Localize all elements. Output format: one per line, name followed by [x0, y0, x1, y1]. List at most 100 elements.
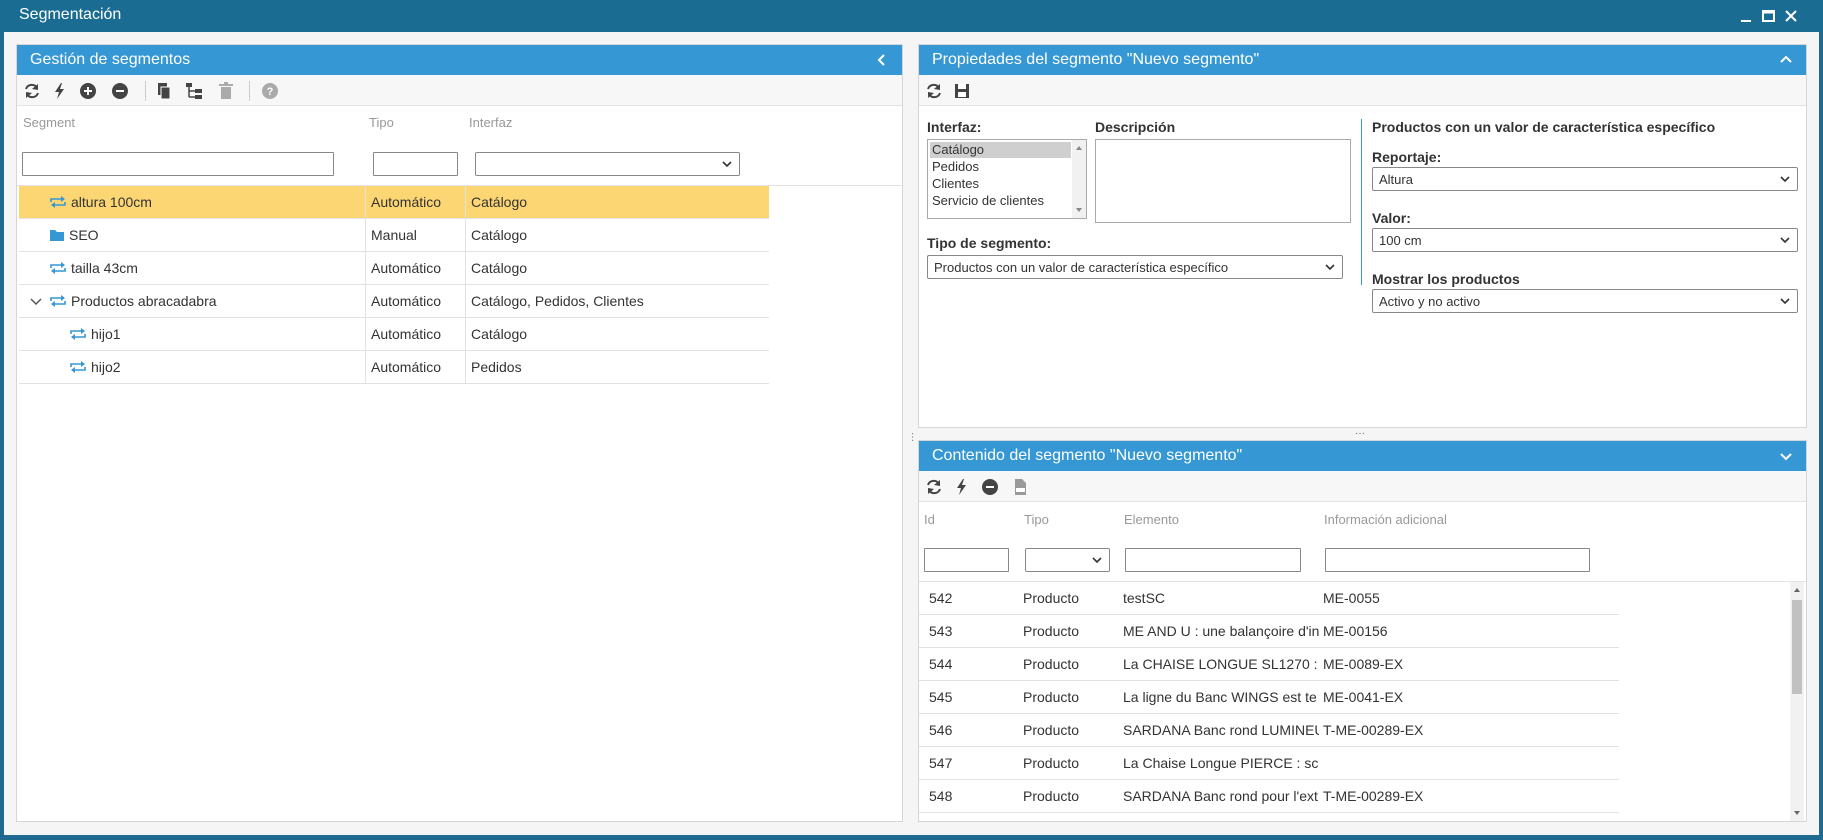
column-header-tipo[interactable]: Tipo: [369, 115, 394, 130]
table-row[interactable]: 544 Producto La CHAISE LONGUE SL1270 : ME-0…: [919, 648, 1619, 681]
segment-tipo: Automático: [371, 194, 442, 210]
interfaz-listbox[interactable]: Catálogo Pedidos Clientes Servicio de clien…: [927, 139, 1087, 219]
tipo-filter-input[interactable]: [373, 152, 458, 176]
close-icon[interactable]: [1780, 5, 1802, 27]
cell-tipo: Producto: [1023, 689, 1080, 705]
interfaz-option[interactable]: Servicio de clientes: [930, 193, 1071, 209]
save-icon[interactable]: [951, 80, 973, 102]
vertical-splitter-handle[interactable]: ···: [907, 432, 918, 442]
segment-name: SEO: [69, 227, 99, 243]
valor-label: Valor:: [1372, 210, 1411, 226]
cell-info: T-ME-00289-EX: [1323, 788, 1424, 804]
remove-icon[interactable]: [109, 80, 131, 102]
segment-tipo: Automático: [371, 260, 442, 276]
specific-value-title: Productos con un valor de característica…: [1372, 119, 1716, 135]
cell-elemento: SARDANA Banc rond pour l'ext: [1123, 788, 1318, 804]
splitter-handle[interactable]: ···: [1355, 428, 1365, 439]
scrollbar-thumb[interactable]: [1792, 600, 1802, 694]
refresh-icon[interactable]: [923, 476, 945, 498]
chevron-down-icon: [1779, 295, 1791, 307]
tree-row[interactable]: Productos abracadabra Automático Catálogo,…: [19, 285, 769, 318]
column-header-elemento[interactable]: Elemento: [1124, 512, 1179, 527]
panel-title: Contenido del segmento "Nuevo segmento": [932, 447, 1243, 464]
mostrar-select[interactable]: Activo y no activo: [1372, 289, 1798, 313]
properties-toolbar: [919, 75, 1806, 106]
cell-elemento: SARDANA Banc rond LUMINEU: [1123, 722, 1319, 738]
table-row[interactable]: 542 Producto testSC ME-0055: [919, 582, 1619, 615]
refresh-icon[interactable]: [21, 80, 43, 102]
table-row[interactable]: 546 Producto SARDANA Banc rond LUMINEU T-ME…: [919, 714, 1619, 747]
mostrar-value: Activo y no activo: [1379, 294, 1481, 309]
cell-info: ME-0041-EX: [1323, 689, 1404, 705]
tree-row[interactable]: altura 100cm Automático Catálogo: [19, 186, 769, 219]
tree-row[interactable]: tailla 43cm Automático Catálogo: [19, 252, 769, 285]
maximize-icon[interactable]: [1757, 5, 1779, 27]
workspace: Gestión de segmentos ? Segment Tipo Inte…: [4, 32, 1819, 835]
content-scrollbar[interactable]: [1790, 582, 1804, 821]
remove-icon[interactable]: [979, 476, 1001, 498]
chevron-down-icon: [721, 158, 733, 170]
collapse-left-icon[interactable]: [872, 49, 892, 71]
expand-chevron-icon[interactable]: [29, 295, 43, 312]
reportaje-value: Altura: [1379, 172, 1413, 187]
chevron-up-icon[interactable]: [1776, 49, 1796, 71]
trash-icon[interactable]: [215, 80, 237, 102]
valor-select[interactable]: 100 cm: [1372, 228, 1798, 252]
tree-row[interactable]: hijo1 Automático Catálogo: [19, 318, 769, 351]
table-row[interactable]: 547 Producto La Chaise Longue PIERCE : sc: [919, 747, 1619, 780]
cell-info: ME-0089-EX: [1323, 656, 1404, 672]
cell-tipo: Producto: [1023, 755, 1080, 771]
csv-file-icon[interactable]: [1009, 476, 1031, 498]
segment-name: Productos abracadabra: [71, 293, 217, 309]
cell-id: 545: [929, 689, 953, 705]
column-header-id[interactable]: Id: [924, 512, 935, 527]
panel-header: Propiedades del segmento "Nuevo segmento…: [919, 45, 1806, 75]
tree-row[interactable]: SEO Manual Catálogo: [19, 219, 769, 252]
mostrar-label: Mostrar los productos: [1372, 271, 1520, 287]
segment-tipo: Automático: [371, 326, 442, 342]
id-filter-input[interactable]: [924, 548, 1009, 572]
cell-tipo: Producto: [1023, 788, 1080, 804]
lightning-icon[interactable]: [49, 80, 71, 102]
reportaje-select[interactable]: Altura: [1372, 167, 1798, 191]
cell-info: ME-00156: [1323, 623, 1388, 639]
elemento-filter-input[interactable]: [1125, 548, 1301, 572]
cell-id: 542: [929, 590, 953, 606]
interfaz-option[interactable]: Catálogo: [930, 142, 1071, 158]
lightning-icon[interactable]: [951, 476, 973, 498]
info-filter-input[interactable]: [1325, 548, 1590, 572]
segment-tipo: Automático: [371, 293, 442, 309]
tree-structure-icon[interactable]: [183, 80, 205, 102]
cell-id: 546: [929, 722, 953, 738]
column-header-interfaz[interactable]: Interfaz: [469, 115, 512, 130]
sync-icon: [49, 195, 67, 212]
help-icon[interactable]: ?: [259, 80, 281, 102]
panel-title: Gestión de segmentos: [30, 51, 191, 68]
svg-text:?: ?: [267, 86, 274, 98]
interfaz-filter-select[interactable]: [475, 152, 740, 176]
table-row[interactable]: 548 Producto SARDANA Banc rond pour l'ext T…: [919, 780, 1619, 813]
cell-id: 547: [929, 755, 953, 771]
table-row[interactable]: 545 Producto La ligne du Banc WINGS est te…: [919, 681, 1619, 714]
panel-title: Propiedades del segmento "Nuevo segmento…: [932, 51, 1260, 68]
tree-row[interactable]: hijo2 Automático Pedidos: [19, 351, 769, 384]
descripcion-textarea[interactable]: [1095, 139, 1351, 223]
tipo-filter-select[interactable]: [1025, 548, 1110, 572]
cell-tipo: Producto: [1023, 656, 1080, 672]
column-header-tipo[interactable]: Tipo: [1024, 512, 1049, 527]
refresh-icon[interactable]: [923, 80, 945, 102]
interfaz-option[interactable]: Pedidos: [930, 159, 1071, 175]
minimize-icon[interactable]: [1735, 5, 1757, 27]
table-row[interactable]: 543 Producto ME AND U : une balançoire d'i…: [919, 615, 1619, 648]
segment-filter-input[interactable]: [22, 152, 334, 176]
column-header-info[interactable]: Información adicional: [1324, 512, 1447, 527]
cell-id: 543: [929, 623, 953, 639]
sync-icon: [49, 294, 67, 311]
add-icon[interactable]: [77, 80, 99, 102]
copy-icon[interactable]: [153, 80, 175, 102]
tipo-segmento-select[interactable]: Productos con un valor de característica…: [927, 255, 1343, 279]
interfaz-option[interactable]: Clientes: [930, 176, 1071, 192]
chevron-down-icon[interactable]: [1776, 445, 1796, 467]
folder-icon: [49, 228, 65, 245]
column-header-segment[interactable]: Segment: [23, 115, 75, 130]
